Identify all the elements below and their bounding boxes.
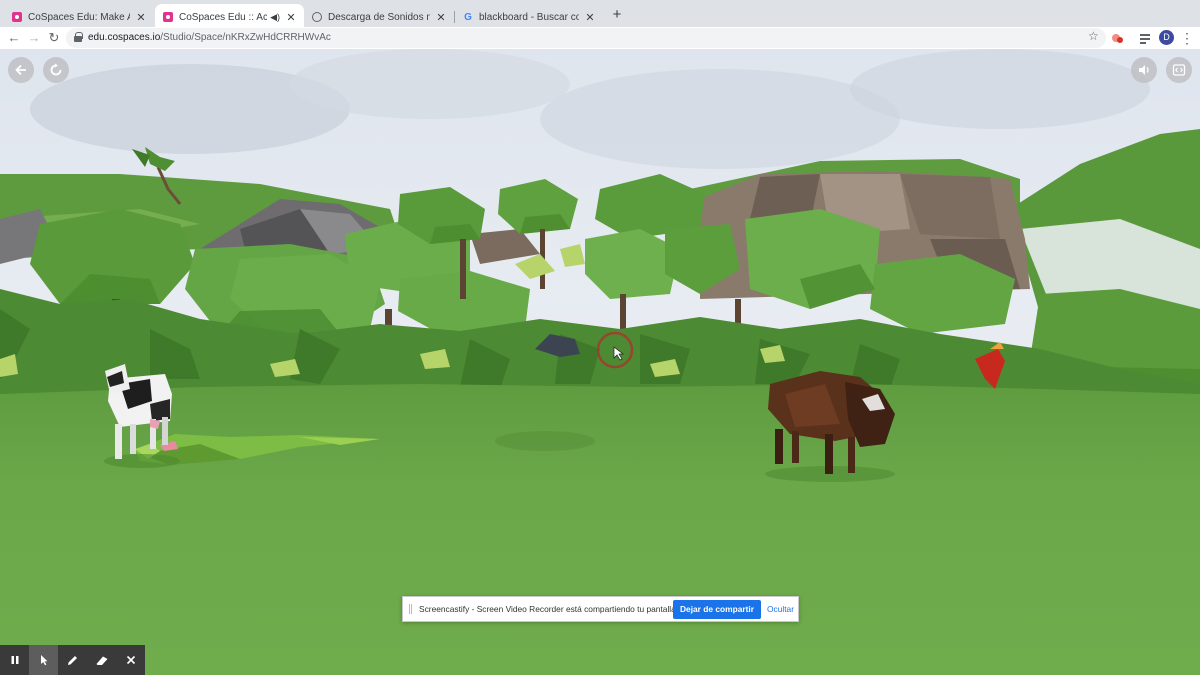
cospaces-3d-scene[interactable] [0, 49, 1200, 675]
pause-button[interactable] [0, 645, 29, 675]
new-tab-button[interactable]: + [608, 6, 626, 24]
volume-button[interactable] [1131, 57, 1157, 83]
close-tool-button[interactable] [116, 645, 145, 675]
scene-render [0, 49, 1200, 675]
cospaces-icon [12, 12, 22, 22]
profile-avatar[interactable]: D [1159, 30, 1174, 45]
back-button[interactable] [8, 57, 34, 83]
volume-icon [1139, 65, 1149, 75]
back-arrow-icon [15, 64, 26, 76]
lock-icon [74, 32, 83, 42]
media-control-icon[interactable] [1140, 32, 1152, 44]
tab-title: CoSpaces Edu :: Actividad [179, 11, 268, 23]
pen-tool[interactable] [58, 645, 87, 675]
restart-button[interactable] [43, 57, 69, 83]
share-message: Screencastify - Screen Video Recorder es… [419, 604, 679, 614]
tab-title: CoSpaces Edu: Make AR & VR [28, 11, 130, 23]
bookmark-star-icon[interactable]: ☆ [1088, 29, 1099, 43]
tab-close-icon[interactable]: ✕ [436, 11, 446, 24]
restart-icon [50, 63, 62, 76]
close-icon [126, 655, 135, 665]
audio-playing-icon[interactable]: ◀) [270, 12, 280, 23]
forward-arrow-icon[interactable]: → [25, 29, 43, 47]
tab-close-icon[interactable]: ✕ [136, 11, 146, 24]
drag-handle-icon[interactable] [409, 604, 412, 614]
cursor-tool[interactable] [29, 645, 58, 675]
annotation-toolbar [0, 645, 145, 675]
url-host: edu.cospaces.io [88, 32, 161, 43]
browser-menu-icon[interactable]: ⋮ [1180, 28, 1194, 48]
tab-title: Descarga de Sonidos mp3 Gratis [328, 11, 430, 23]
tab-strip: CoSpaces Edu: Make AR & VR ✕ CoSpaces Ed… [0, 0, 1200, 30]
url-text[interactable]: edu.cospaces.io/Studio/Space/nKRxZwHdCRR… [88, 32, 331, 43]
globe-icon [312, 12, 322, 22]
pen-icon [68, 655, 77, 665]
cospaces-icon [163, 12, 173, 22]
url-path: /Studio/Space/nKRxZwHdCRRHWvAc [160, 32, 331, 43]
address-bar[interactable]: edu.cospaces.io/Studio/Space/nKRxZwHdCRR… [66, 28, 1106, 48]
stop-sharing-button[interactable]: Dejar de compartir [673, 600, 761, 619]
pause-icon [11, 656, 18, 664]
eraser-tool[interactable] [87, 645, 116, 675]
code-view-button[interactable] [1166, 57, 1192, 83]
tab-close-icon[interactable]: ✕ [585, 11, 595, 24]
code-icon [1172, 64, 1186, 76]
browser-toolbar: ← → ↻ edu.cospaces.io/Studio/Space/nKRxZ… [0, 27, 1200, 49]
screen-share-notification: Screencastify - Screen Video Recorder es… [402, 596, 799, 622]
eraser-icon [96, 656, 107, 665]
tab-close-icon[interactable]: ✕ [286, 11, 296, 24]
reload-icon[interactable]: ↻ [45, 29, 63, 47]
back-arrow-icon[interactable]: ← [5, 29, 23, 47]
google-icon: G [464, 11, 472, 23]
cursor-icon [40, 655, 47, 666]
hide-link[interactable]: Ocultar [767, 604, 794, 614]
extension-record-icon[interactable] [1112, 32, 1124, 44]
tab-title: blackboard - Buscar con Google [479, 11, 579, 23]
